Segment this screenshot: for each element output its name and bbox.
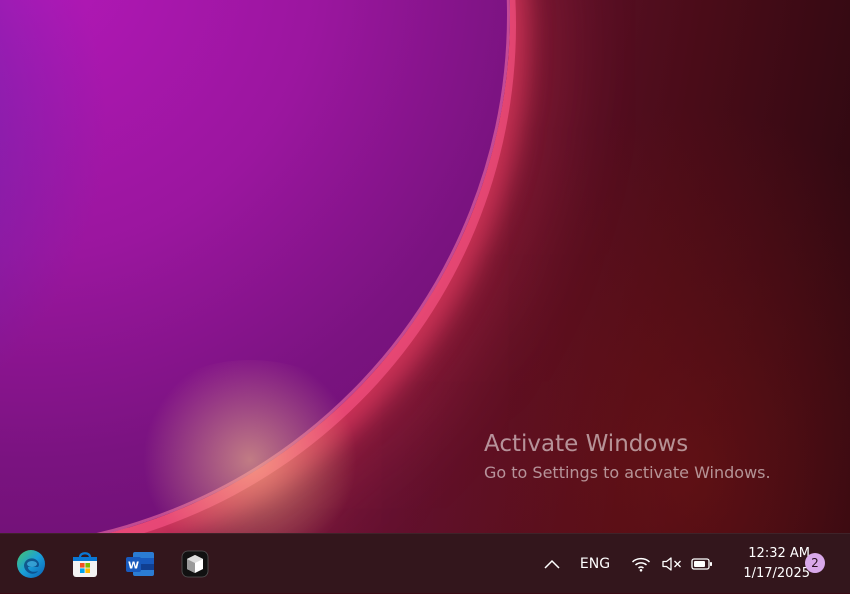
clock-date: 1/17/2025	[743, 566, 810, 581]
language-indicator[interactable]: ENG	[574, 534, 616, 594]
volume-button[interactable]	[660, 534, 684, 594]
cube-app-icon	[181, 550, 209, 578]
svg-text:W: W	[128, 561, 139, 572]
watermark-subtitle: Go to Settings to activate Windows.	[484, 463, 771, 482]
battery-button[interactable]	[690, 534, 714, 594]
taskbar-app-store[interactable]	[65, 544, 105, 584]
activate-windows-watermark: Activate Windows Go to Settings to activ…	[484, 430, 771, 483]
taskbar-app-edge[interactable]	[11, 544, 51, 584]
volume-muted-icon	[662, 557, 681, 571]
network-button[interactable]	[630, 534, 652, 594]
taskbar-app-cube[interactable]	[175, 544, 215, 584]
desktop-wallpaper[interactable]: Activate Windows Go to Settings to activ…	[0, 0, 850, 533]
tray-overflow-button[interactable]	[538, 534, 566, 594]
battery-icon	[691, 558, 712, 570]
wifi-icon	[631, 557, 651, 572]
clock-time: 12:32 AM	[748, 546, 810, 561]
system-clock[interactable]: 12:32 AM 1/17/2025	[718, 544, 810, 584]
edge-icon	[17, 550, 45, 578]
chevron-up-icon	[544, 559, 560, 569]
taskbar: W ENG 12:32 AM 1/17/2025	[0, 533, 850, 593]
notification-badge[interactable]: 2	[805, 553, 825, 573]
taskbar-app-word[interactable]: W	[120, 544, 160, 584]
word-icon: W	[126, 552, 154, 576]
watermark-title: Activate Windows	[484, 431, 689, 457]
store-icon	[73, 552, 97, 577]
